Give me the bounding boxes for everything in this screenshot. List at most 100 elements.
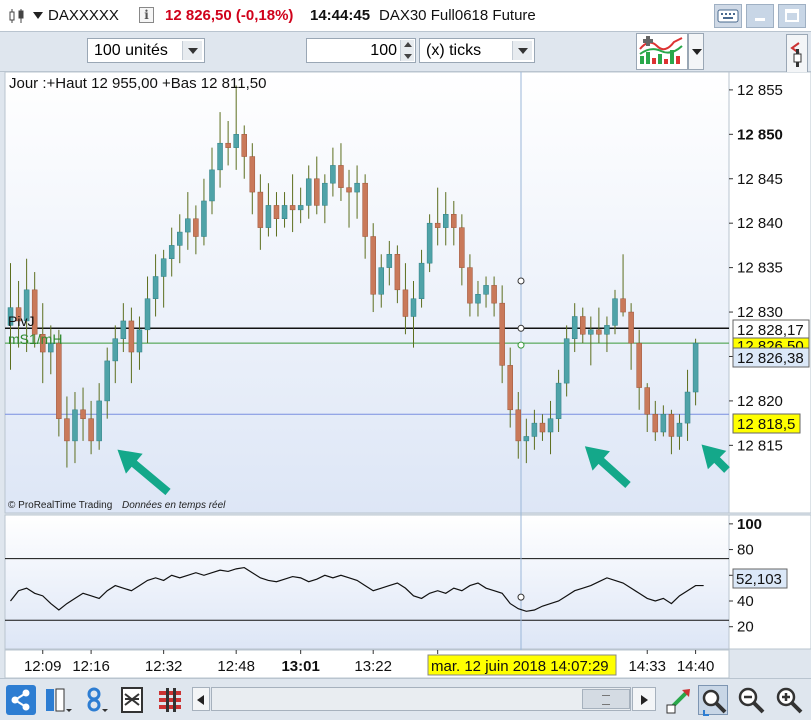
- candle-up: [160, 258, 167, 277]
- cursor-price-value: 12 818,5: [737, 416, 795, 433]
- zoom-in-button[interactable]: [774, 685, 804, 715]
- oscillator-axis-label: 80: [737, 542, 754, 559]
- minimize-button[interactable]: [746, 4, 774, 28]
- scroll-right-button[interactable]: [632, 687, 656, 711]
- scroll-left-button[interactable]: [192, 687, 210, 711]
- last-price-value: 12 826,38: [737, 350, 804, 367]
- candle-up: [378, 267, 385, 295]
- oscillator-axis-label: 100: [737, 516, 762, 533]
- candle-up: [354, 182, 360, 193]
- candle-up: [555, 382, 562, 419]
- maximize-icon: [785, 9, 799, 22]
- candle-down: [193, 218, 199, 237]
- candle-down: [362, 182, 368, 237]
- candle-down: [402, 289, 409, 317]
- zoom-in-icon: [776, 687, 803, 714]
- candle-up: [684, 391, 691, 424]
- candle-up: [330, 165, 336, 184]
- candle-down: [88, 418, 94, 442]
- keyboard-button[interactable]: [714, 4, 742, 28]
- time-axis-label: 13:01: [281, 658, 319, 675]
- crosshair-marker: [517, 324, 525, 332]
- candle-up: [144, 298, 151, 331]
- ms-label: mS1/mH: [8, 331, 62, 347]
- ticks-unit-select[interactable]: (x) ticks: [419, 38, 535, 63]
- link-button[interactable]: [82, 685, 112, 715]
- candle-down: [257, 191, 264, 228]
- crosshair-marker: [517, 593, 525, 601]
- maximize-button[interactable]: [778, 4, 806, 28]
- candle-down: [620, 298, 626, 313]
- candle-down: [64, 418, 70, 442]
- candle-down: [652, 413, 659, 433]
- layout-button[interactable]: [44, 685, 74, 715]
- time-axis-label: 13:22: [354, 658, 392, 675]
- candle-up: [233, 134, 239, 148]
- instrument-dropdown-icon[interactable]: [33, 12, 43, 19]
- candle-up: [281, 205, 288, 219]
- candle-up: [185, 218, 191, 233]
- zoom-out-icon: [738, 687, 765, 714]
- oscillator-axis-label: 40: [737, 593, 754, 610]
- candlestick-icon[interactable]: [8, 8, 26, 24]
- price-chart[interactable]: 12 85512 85012 84512 84012 83512 83012 8…: [0, 72, 811, 678]
- oscillator-value: 52,103: [736, 571, 782, 588]
- scroll-track[interactable]: [211, 687, 631, 711]
- scroll-thumb[interactable]: [582, 689, 630, 709]
- ticks-stepper[interactable]: 100: [306, 38, 416, 63]
- zoom-out-button[interactable]: [736, 685, 766, 715]
- minimize-icon: [755, 18, 765, 21]
- candle-up: [297, 205, 304, 211]
- candle-down: [56, 342, 62, 419]
- time-axis-label: 12:16: [72, 658, 110, 675]
- crosshair-marker: [517, 277, 525, 285]
- time-axis-label: 14:33: [628, 658, 666, 675]
- candle-down: [289, 205, 296, 211]
- candle-up: [475, 294, 481, 304]
- ticks-unit-value: (x) ticks: [426, 42, 482, 59]
- cursor-time-value: mar. 12 juin 2018 14:07:29: [431, 658, 609, 675]
- chevron-down-icon[interactable]: [182, 41, 202, 60]
- keyboard-icon: [717, 9, 739, 23]
- chevron-down-icon[interactable]: [512, 41, 532, 60]
- candle-down: [394, 254, 401, 291]
- pivot-tag-value: 12 828,17: [737, 322, 804, 339]
- info-icon[interactable]: i: [139, 7, 154, 23]
- indicators-dropdown[interactable]: [688, 33, 704, 70]
- candle-down: [459, 227, 465, 268]
- spin-arrows-icon[interactable]: [400, 40, 414, 61]
- candle-down: [515, 409, 522, 442]
- indicators-button[interactable]: [636, 33, 688, 70]
- candle-down: [596, 329, 602, 335]
- time-axis-label: 12:09: [24, 658, 62, 675]
- candle-up: [531, 422, 538, 437]
- instrument-name[interactable]: DAXXXXX: [48, 7, 119, 25]
- candle-up: [547, 418, 554, 433]
- zoom-fit-button[interactable]: [698, 685, 728, 716]
- candle-up: [168, 245, 175, 259]
- oscillator-axis-label: 20: [737, 619, 754, 636]
- candle-up: [265, 205, 272, 228]
- price-axis-label: 12 830: [737, 304, 783, 321]
- footer-brand: © ProRealTime Trading: [8, 500, 112, 511]
- drawing-tool-button[interactable]: [664, 685, 694, 715]
- ticks-value: 100: [370, 42, 397, 59]
- side-panel-button[interactable]: [786, 34, 808, 74]
- candle-up: [571, 316, 578, 339]
- contract-name: DAX30 Full0618 Future: [379, 7, 536, 24]
- share-button[interactable]: [6, 685, 36, 715]
- trading-window: DAXXXXX i 12 826,50 (-0,18%) 14:44:45 DA…: [0, 0, 811, 720]
- candle-down: [225, 142, 231, 148]
- price-pane[interactable]: [4, 72, 730, 514]
- units-select[interactable]: 100 unités: [87, 38, 205, 63]
- candle-down: [249, 156, 256, 193]
- candle-up: [217, 142, 223, 171]
- indicator-list-button[interactable]: [156, 685, 186, 715]
- candle-up: [386, 254, 393, 268]
- price-axis-label: 12 820: [737, 393, 783, 410]
- clock: 14:44:45: [310, 7, 371, 24]
- chart-properties-button[interactable]: [118, 685, 148, 715]
- candle-down: [636, 342, 642, 388]
- candle-down: [499, 302, 505, 366]
- candle-up: [136, 329, 143, 353]
